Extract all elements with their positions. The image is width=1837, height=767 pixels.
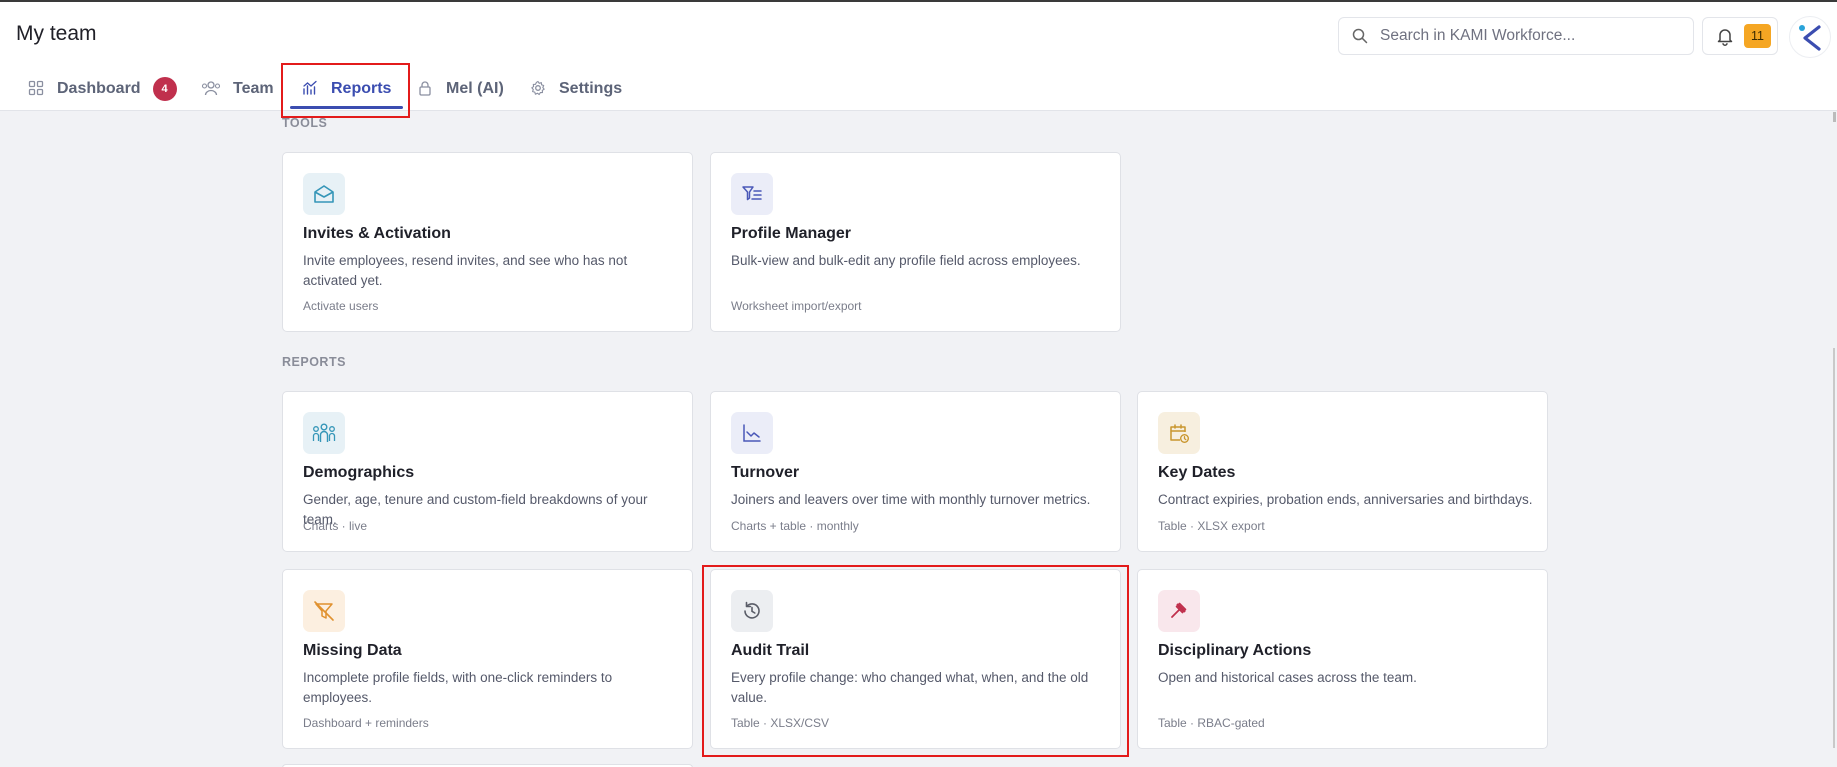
history-icon bbox=[731, 590, 773, 632]
gear-icon bbox=[530, 80, 547, 97]
tab-settings[interactable]: Settings bbox=[530, 66, 622, 111]
filter-off-icon bbox=[303, 590, 345, 632]
card-title: Demographics bbox=[303, 464, 415, 481]
card-meta: Table · XLSX export bbox=[1158, 519, 1265, 533]
tab-label: Dashboard bbox=[57, 79, 141, 97]
tab-label: Mel (AI) bbox=[446, 79, 504, 97]
tab-badge: 4 bbox=[152, 76, 177, 101]
tab-label: Team bbox=[233, 79, 274, 97]
tab-label: Settings bbox=[559, 79, 623, 97]
report-card-audit-trail[interactable]: Audit Trail Every profile change: who ch… bbox=[710, 569, 1121, 749]
card-title: Key Dates bbox=[1158, 464, 1236, 481]
card-description: Incomplete profile fields, with one-clic… bbox=[303, 670, 613, 705]
tool-card-invites-activation[interactable]: Invites & Activation Invite employees, r… bbox=[282, 152, 693, 332]
reports-section-label: REPORTS bbox=[282, 355, 346, 369]
tools-section-label: TOOLS bbox=[282, 116, 328, 130]
card-title: Profile Manager bbox=[731, 225, 852, 242]
card-meta: Table · RBAC-gated bbox=[1158, 716, 1265, 730]
active-tab-indicator bbox=[290, 106, 404, 109]
card-meta: Charts · live bbox=[303, 519, 368, 533]
card-title: Turnover bbox=[731, 464, 800, 481]
grid-icon bbox=[28, 80, 45, 97]
card-description: Every profile change: who changed what, … bbox=[731, 670, 1089, 705]
card-meta: Activate users bbox=[303, 299, 379, 313]
card-title: Missing Data bbox=[303, 642, 402, 659]
tab-dashboard[interactable]: Dashboard 4 bbox=[28, 66, 177, 111]
tab-mel-ai[interactable]: Mel (AI) bbox=[417, 66, 504, 111]
trend-chart-icon bbox=[731, 412, 773, 454]
tool-card-profile-manager[interactable]: Profile Manager Bulk-view and bulk-edit … bbox=[710, 152, 1121, 332]
tab-bar: Dashboard 4 Team Reports Mel (AI) Settin… bbox=[0, 66, 1837, 111]
bell-icon bbox=[1715, 26, 1735, 46]
chart-icon bbox=[302, 80, 319, 97]
kami-logo-icon[interactable] bbox=[1789, 16, 1831, 58]
report-card-disciplinary-actions[interactable]: Disciplinary Actions Open and historical… bbox=[1137, 569, 1548, 749]
tab-label: Reports bbox=[331, 79, 392, 97]
card-meta: Dashboard + reminders bbox=[303, 716, 429, 730]
report-card-key-dates[interactable]: Key Dates Contract expiries, probation e… bbox=[1137, 391, 1548, 552]
tab-team[interactable]: Team bbox=[201, 66, 274, 111]
card-meta: Charts + table · monthly bbox=[731, 519, 859, 533]
card-description: Contract expiries, probation ends, anniv… bbox=[1158, 492, 1533, 507]
top-bar: My team 11 bbox=[0, 0, 1837, 66]
report-card-missing-data[interactable]: Missing Data Incomplete profile fields, … bbox=[282, 569, 693, 749]
card-description: Invite employees, resend invites, and se… bbox=[303, 253, 628, 288]
envelope-open-icon bbox=[303, 173, 345, 215]
search-icon bbox=[1352, 28, 1368, 44]
group-icon bbox=[303, 412, 345, 454]
card-title: Audit Trail bbox=[731, 642, 810, 659]
page-title: My team bbox=[16, 22, 97, 45]
gavel-icon bbox=[1158, 590, 1200, 632]
card-title: Disciplinary Actions bbox=[1158, 642, 1312, 659]
notifications-button[interactable]: 11 bbox=[1702, 17, 1778, 55]
report-card-demographics[interactable]: Demographics Gender, age, tenure and cus… bbox=[282, 391, 693, 552]
report-card-turnover[interactable]: Turnover Joiners and leavers over time w… bbox=[710, 391, 1121, 552]
search-input[interactable] bbox=[1380, 27, 1680, 45]
calendar-clock-icon bbox=[1158, 412, 1200, 454]
lock-icon bbox=[417, 80, 434, 97]
search-box[interactable] bbox=[1338, 17, 1694, 55]
filter-list-icon bbox=[731, 173, 773, 215]
card-meta: Table · XLSX/CSV bbox=[731, 716, 830, 730]
card-title: Invites & Activation bbox=[303, 225, 451, 242]
card-description: Bulk-view and bulk-edit any profile fiel… bbox=[731, 253, 1081, 268]
people-icon bbox=[201, 80, 221, 97]
notification-count-badge: 11 bbox=[1744, 24, 1771, 48]
tab-reports[interactable]: Reports bbox=[290, 66, 404, 111]
scrollbar-thumb[interactable] bbox=[1833, 348, 1835, 748]
card-description: Joiners and leavers over time with month… bbox=[731, 492, 1091, 507]
card-meta: Worksheet import/export bbox=[731, 299, 862, 313]
scrollbar-marker bbox=[1833, 112, 1836, 122]
card-description: Open and historical cases across the tea… bbox=[1158, 670, 1417, 685]
